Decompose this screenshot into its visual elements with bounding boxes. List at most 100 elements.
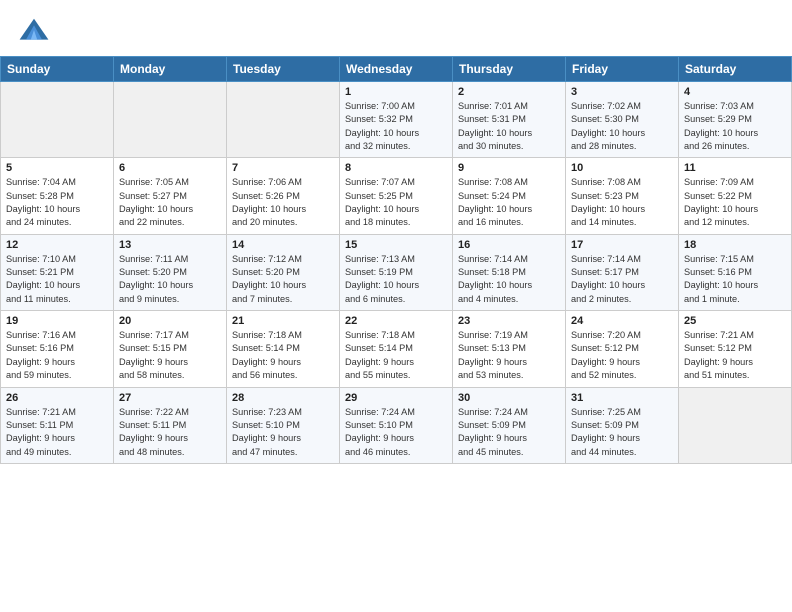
day-number: 18: [684, 239, 786, 251]
day-info: Sunrise: 7:00 AMSunset: 5:32 PMDaylight:…: [345, 100, 447, 153]
day-info: Sunrise: 7:17 AMSunset: 5:15 PMDaylight:…: [119, 329, 221, 382]
calendar-cell: 10Sunrise: 7:08 AMSunset: 5:23 PMDayligh…: [566, 158, 679, 234]
calendar-cell: 21 Sunrise: 7:18 AMSunset: 5:14 PMDayligh…: [227, 311, 340, 387]
calendar-table: SundayMondayTuesdayWednesdayThursdayFrid…: [0, 56, 792, 464]
calendar-week-1: 1 Sunrise: 7:00 AMSunset: 5:32 PMDaylight…: [1, 82, 792, 158]
calendar-header-monday: Monday: [114, 57, 227, 82]
calendar-cell: 22 Sunrise: 7:18 AMSunset: 5:14 PMDayligh…: [340, 311, 453, 387]
day-info: Sunrise: 7:03 AMSunset: 5:29 PMDaylight:…: [684, 100, 786, 153]
calendar-cell: 29 Sunrise: 7:24 AMSunset: 5:10 PMDayligh…: [340, 387, 453, 463]
day-info: Sunrise: 7:21 AMSunset: 5:12 PMDaylight:…: [684, 329, 786, 382]
day-info: Sunrise: 7:08 AMSunset: 5:23 PMDaylight:…: [571, 176, 673, 229]
calendar-cell: 15 Sunrise: 7:13 AMSunset: 5:19 PMDayligh…: [340, 234, 453, 310]
calendar-cell: 4 Sunrise: 7:03 AMSunset: 5:29 PMDaylight…: [679, 82, 792, 158]
day-number: 2: [458, 86, 560, 98]
calendar-cell: [1, 82, 114, 158]
header: [0, 0, 792, 52]
day-info: Sunrise: 7:14 AMSunset: 5:18 PMDaylight:…: [458, 253, 560, 306]
calendar-cell: 31 Sunrise: 7:25 AMSunset: 5:09 PMDayligh…: [566, 387, 679, 463]
day-info: Sunrise: 7:01 AMSunset: 5:31 PMDaylight:…: [458, 100, 560, 153]
day-info: Sunrise: 7:09 AMSunset: 5:22 PMDaylight:…: [684, 176, 786, 229]
calendar-header-row: SundayMondayTuesdayWednesdayThursdayFrid…: [1, 57, 792, 82]
logo-icon: [18, 14, 50, 46]
day-number: 7: [232, 162, 334, 174]
day-number: 31: [571, 392, 673, 404]
calendar-cell: 25Sunrise: 7:21 AMSunset: 5:12 PMDayligh…: [679, 311, 792, 387]
day-number: 9: [458, 162, 560, 174]
day-number: 6: [119, 162, 221, 174]
day-info: Sunrise: 7:08 AMSunset: 5:24 PMDaylight:…: [458, 176, 560, 229]
day-number: 16: [458, 239, 560, 251]
day-info: Sunrise: 7:18 AMSunset: 5:14 PMDaylight:…: [345, 329, 447, 382]
page: SundayMondayTuesdayWednesdayThursdayFrid…: [0, 0, 792, 612]
day-number: 20: [119, 315, 221, 327]
logo: [18, 14, 56, 46]
day-info: Sunrise: 7:18 AMSunset: 5:14 PMDaylight:…: [232, 329, 334, 382]
day-info: Sunrise: 7:20 AMSunset: 5:12 PMDaylight:…: [571, 329, 673, 382]
calendar-cell: 20 Sunrise: 7:17 AMSunset: 5:15 PMDayligh…: [114, 311, 227, 387]
calendar-cell: 26 Sunrise: 7:21 AMSunset: 5:11 PMDayligh…: [1, 387, 114, 463]
day-info: Sunrise: 7:21 AMSunset: 5:11 PMDaylight:…: [6, 406, 108, 459]
day-info: Sunrise: 7:15 AMSunset: 5:16 PMDaylight:…: [684, 253, 786, 306]
calendar-cell: [679, 387, 792, 463]
day-number: 24: [571, 315, 673, 327]
day-info: Sunrise: 7:22 AMSunset: 5:11 PMDaylight:…: [119, 406, 221, 459]
day-info: Sunrise: 7:25 AMSunset: 5:09 PMDaylight:…: [571, 406, 673, 459]
calendar-header-thursday: Thursday: [453, 57, 566, 82]
day-info: Sunrise: 7:10 AMSunset: 5:21 PMDaylight:…: [6, 253, 108, 306]
day-number: 4: [684, 86, 786, 98]
calendar-cell: 13Sunrise: 7:11 AMSunset: 5:20 PMDayligh…: [114, 234, 227, 310]
calendar-cell: 18 Sunrise: 7:15 AMSunset: 5:16 PMDayligh…: [679, 234, 792, 310]
calendar-cell: 8 Sunrise: 7:07 AMSunset: 5:25 PMDaylight…: [340, 158, 453, 234]
day-number: 12: [6, 239, 108, 251]
calendar-cell: 7 Sunrise: 7:06 AMSunset: 5:26 PMDaylight…: [227, 158, 340, 234]
day-info: Sunrise: 7:06 AMSunset: 5:26 PMDaylight:…: [232, 176, 334, 229]
calendar-cell: 23Sunrise: 7:19 AMSunset: 5:13 PMDayligh…: [453, 311, 566, 387]
day-number: 15: [345, 239, 447, 251]
calendar-cell: 28 Sunrise: 7:23 AMSunset: 5:10 PMDayligh…: [227, 387, 340, 463]
calendar-cell: 14Sunrise: 7:12 AMSunset: 5:20 PMDayligh…: [227, 234, 340, 310]
day-info: Sunrise: 7:16 AMSunset: 5:16 PMDaylight:…: [6, 329, 108, 382]
day-info: Sunrise: 7:14 AMSunset: 5:17 PMDaylight:…: [571, 253, 673, 306]
day-info: Sunrise: 7:05 AMSunset: 5:27 PMDaylight:…: [119, 176, 221, 229]
day-number: 19: [6, 315, 108, 327]
calendar-header-tuesday: Tuesday: [227, 57, 340, 82]
day-info: Sunrise: 7:07 AMSunset: 5:25 PMDaylight:…: [345, 176, 447, 229]
day-number: 30: [458, 392, 560, 404]
calendar-header-sunday: Sunday: [1, 57, 114, 82]
calendar-cell: 3 Sunrise: 7:02 AMSunset: 5:30 PMDaylight…: [566, 82, 679, 158]
day-info: Sunrise: 7:13 AMSunset: 5:19 PMDaylight:…: [345, 253, 447, 306]
day-number: 28: [232, 392, 334, 404]
calendar-week-3: 12 Sunrise: 7:10 AMSunset: 5:21 PMDayligh…: [1, 234, 792, 310]
calendar-cell: 17 Sunrise: 7:14 AMSunset: 5:17 PMDayligh…: [566, 234, 679, 310]
day-info: Sunrise: 7:24 AMSunset: 5:09 PMDaylight:…: [458, 406, 560, 459]
day-info: Sunrise: 7:23 AMSunset: 5:10 PMDaylight:…: [232, 406, 334, 459]
calendar-cell: 24 Sunrise: 7:20 AMSunset: 5:12 PMDayligh…: [566, 311, 679, 387]
day-info: Sunrise: 7:02 AMSunset: 5:30 PMDaylight:…: [571, 100, 673, 153]
day-number: 21: [232, 315, 334, 327]
day-number: 1: [345, 86, 447, 98]
calendar-week-2: 5Sunrise: 7:04 AMSunset: 5:28 PMDaylight…: [1, 158, 792, 234]
calendar-header-saturday: Saturday: [679, 57, 792, 82]
day-number: 11: [684, 162, 786, 174]
calendar-cell: [227, 82, 340, 158]
day-info: Sunrise: 7:24 AMSunset: 5:10 PMDaylight:…: [345, 406, 447, 459]
calendar-header-friday: Friday: [566, 57, 679, 82]
calendar-cell: 6 Sunrise: 7:05 AMSunset: 5:27 PMDaylight…: [114, 158, 227, 234]
calendar-cell: 16 Sunrise: 7:14 AMSunset: 5:18 PMDayligh…: [453, 234, 566, 310]
calendar-cell: 11 Sunrise: 7:09 AMSunset: 5:22 PMDayligh…: [679, 158, 792, 234]
day-number: 26: [6, 392, 108, 404]
calendar-cell: 30 Sunrise: 7:24 AMSunset: 5:09 PMDayligh…: [453, 387, 566, 463]
day-number: 3: [571, 86, 673, 98]
calendar-cell: 12 Sunrise: 7:10 AMSunset: 5:21 PMDayligh…: [1, 234, 114, 310]
calendar-cell: 9 Sunrise: 7:08 AMSunset: 5:24 PMDaylight…: [453, 158, 566, 234]
calendar-week-4: 19 Sunrise: 7:16 AMSunset: 5:16 PMDayligh…: [1, 311, 792, 387]
day-number: 22: [345, 315, 447, 327]
calendar-cell: 2 Sunrise: 7:01 AMSunset: 5:31 PMDaylight…: [453, 82, 566, 158]
day-number: 27: [119, 392, 221, 404]
day-number: 17: [571, 239, 673, 251]
day-number: 29: [345, 392, 447, 404]
calendar-cell: [114, 82, 227, 158]
day-info: Sunrise: 7:04 AMSunset: 5:28 PMDaylight:…: [6, 176, 108, 229]
day-number: 8: [345, 162, 447, 174]
